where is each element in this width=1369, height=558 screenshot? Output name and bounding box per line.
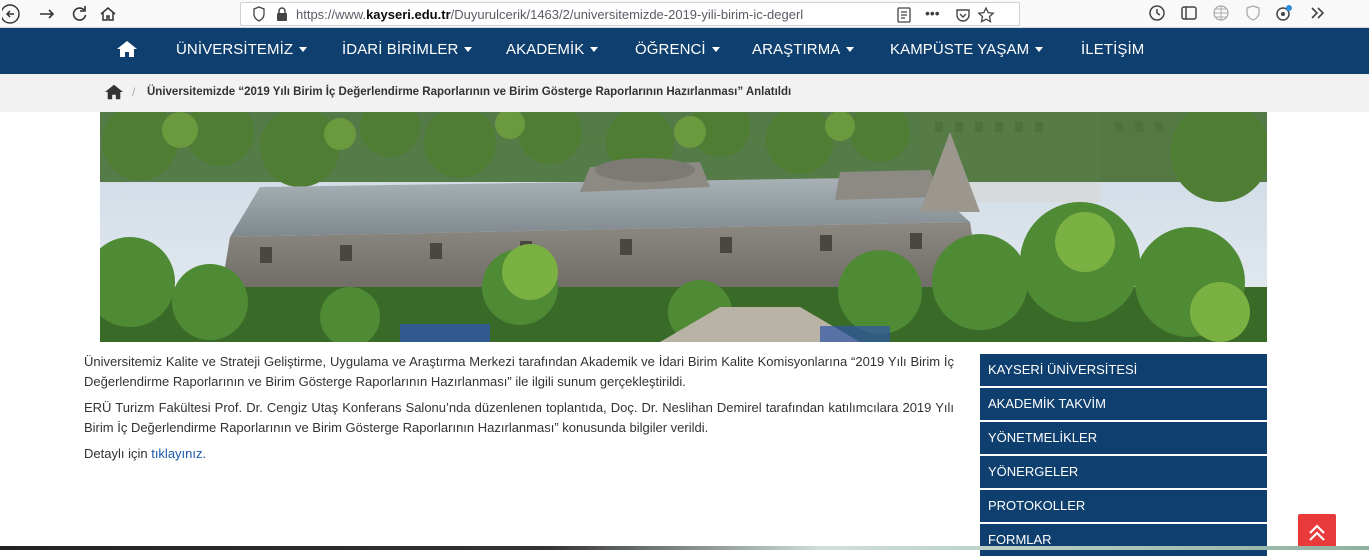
overflow-menu-icon[interactable] [1308,3,1328,23]
home-icon[interactable] [104,83,124,101]
nav-item-label: KAMPÜSTE YAŞAM [890,41,1030,58]
caret-down-icon [1035,46,1044,52]
article-paragraph: Üniversitemiz Kalite ve Strateji Gelişti… [84,354,954,389]
scroll-to-top-button[interactable] [1298,514,1336,550]
extension-icon[interactable] [1243,3,1263,23]
nav-item-akademik[interactable]: AKADEMİK [506,41,599,61]
sidebar-item-yonergeler[interactable]: YÖNERGELER [980,456,1267,488]
forward-icon[interactable] [36,3,58,25]
nav-item-label: ÖĞRENCİ [635,41,706,58]
sidebar-menu: KAYSERİ ÜNİVERSİTESİ AKADEMİK TAKVİM YÖN… [980,354,1267,558]
breadcrumb-current-page: Üniversitemizde “2019 Yılı Birim İç Değe… [147,86,792,98]
lock-icon[interactable] [275,6,289,22]
details-prefix: Detaylı için [84,446,152,461]
extension-icon[interactable] [1211,3,1231,23]
nav-item-kampuste-yasam[interactable]: KAMPÜSTE YAŞAM [890,41,1044,61]
article-body: Üniversitemiz Kalite ve Strateji Gelişti… [84,352,954,470]
details-link[interactable]: tıklayınız. [151,446,206,461]
main-navigation: ÜNİVERSİTEMİZ İDARİ BİRİMLER AKADEMİK ÖĞ… [0,28,1369,74]
nav-item-label: ÜNİVERSİTEMİZ [176,41,294,58]
nav-item-universitemiz[interactable]: ÜNİVERSİTEMİZ [176,41,308,61]
hero-image [100,112,1267,342]
sidebar-item-kayseri-universitesi[interactable]: KAYSERİ ÜNİVERSİTESİ [980,354,1267,386]
home-icon[interactable] [116,39,138,59]
browser-toolbar: https://www.kayseri.edu.tr/Duyurulcerik/… [0,0,1369,28]
url-path: /Duyurulcerik/1463/2/universitemizde-201… [450,7,804,22]
sidebar-item-akademik-takvim[interactable]: AKADEMİK TAKVİM [980,388,1267,420]
sidebar-item-yonetmelikler[interactable]: YÖNETMELİKLER [980,422,1267,454]
caret-down-icon [299,46,308,52]
sidebar-item-formlar[interactable]: FORMLAR [980,524,1267,556]
nav-item-idari-birimler[interactable]: İDARİ BİRİMLER [342,41,473,61]
page-actions-icon[interactable]: ••• [925,5,951,23]
address-bar[interactable]: https://www.kayseri.edu.tr/Duyurulcerik/… [240,2,1020,26]
bookmark-star-icon[interactable] [977,6,995,24]
caret-down-icon [590,46,599,52]
sidebar-item-protokoller[interactable]: PROTOKOLLER [980,490,1267,522]
pocket-icon[interactable] [955,6,971,24]
back-icon[interactable] [0,3,24,25]
nav-item-arastirma[interactable]: ARAŞTIRMA [752,41,855,61]
nav-item-label: ARAŞTIRMA [752,41,841,58]
nav-item-label: AKADEMİK [506,41,585,58]
reader-view-icon[interactable] [896,6,912,24]
nav-item-label: İLETİŞİM [1081,41,1145,58]
caret-down-icon [711,46,720,52]
home-icon[interactable] [97,3,119,25]
scroll-top-icon [1309,524,1325,541]
history-icon[interactable] [1147,3,1167,23]
caret-down-icon [464,46,473,52]
nav-item-label: İDARİ BİRİMLER [342,41,459,58]
extension-icon[interactable] [1274,3,1294,23]
breadcrumb: / Üniversitemizde “2019 Yılı Birim İç De… [0,74,1369,112]
reload-icon[interactable] [68,3,90,25]
shield-icon[interactable] [252,6,266,22]
url-text[interactable]: https://www.kayseri.edu.tr/Duyurulcerik/… [296,7,816,23]
sidebar-icon[interactable] [1179,3,1199,23]
nav-item-iletisim[interactable]: İLETİŞİM [1081,41,1144,61]
article-details-line: Detaylı için tıklayınız. [84,444,954,464]
article-paragraph: ERÜ Turizm Fakültesi Prof. Dr. Cengiz Ut… [84,400,954,435]
page-bottom-edge [0,546,1369,550]
caret-down-icon [846,46,855,52]
nav-item-ogrenci[interactable]: ÖĞRENCİ [635,41,720,61]
url-prefix: https://www. [296,7,367,22]
url-host: kayseri.edu.tr [366,7,451,22]
breadcrumb-separator: / [132,85,136,99]
